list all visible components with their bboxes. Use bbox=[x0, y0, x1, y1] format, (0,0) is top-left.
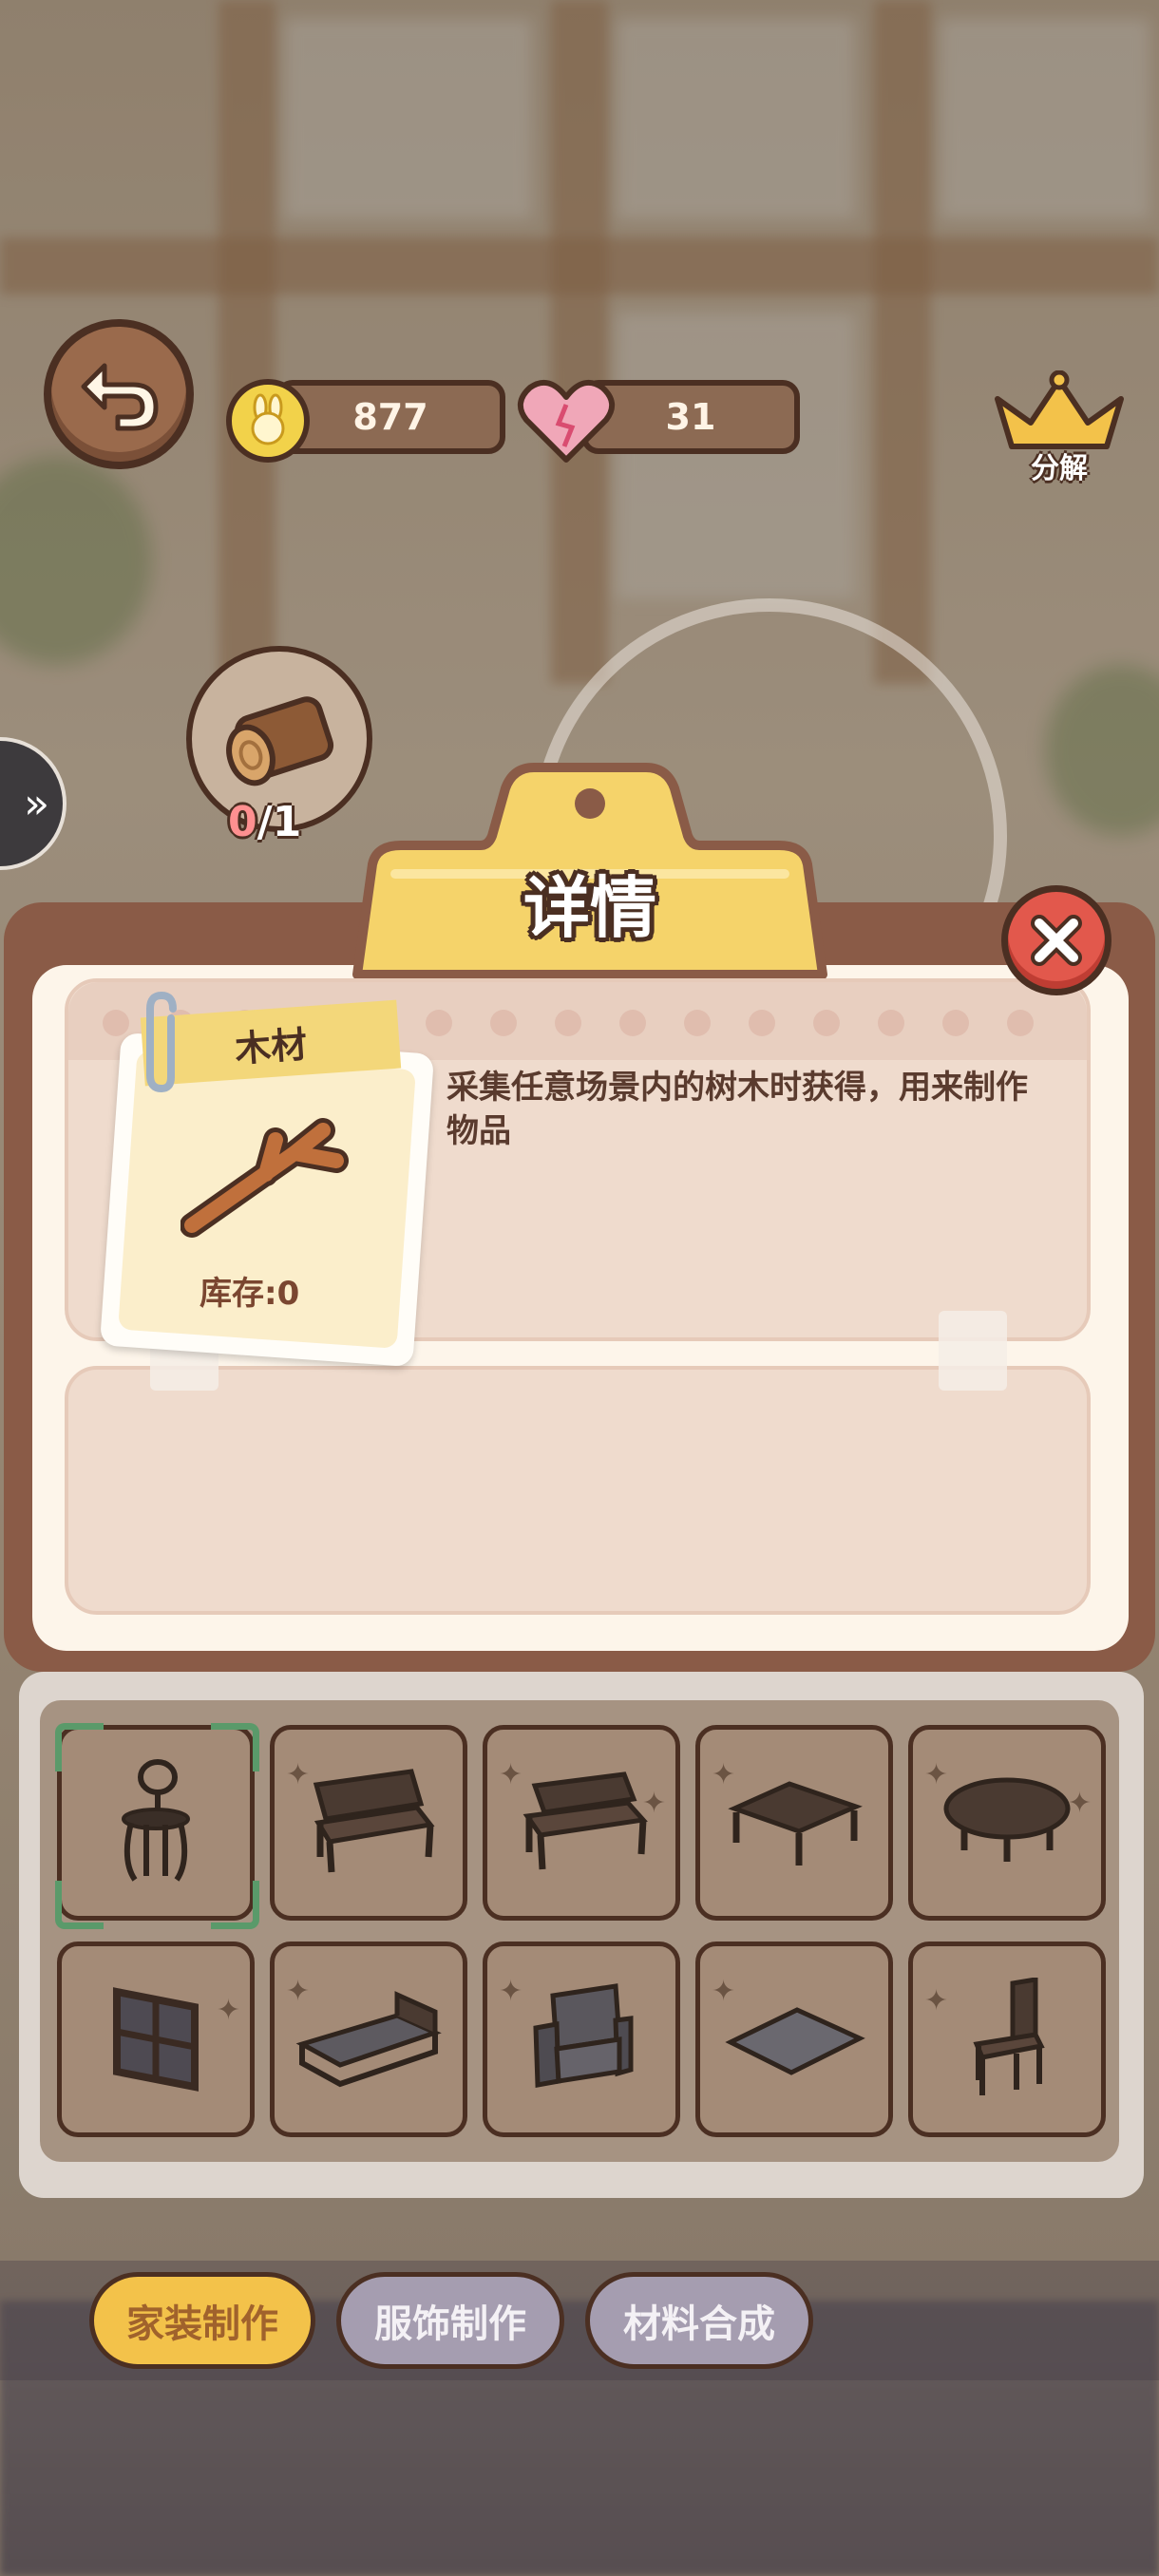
close-button[interactable] bbox=[1001, 885, 1112, 995]
furniture-slot-table-round[interactable]: ✦ ✦ bbox=[908, 1725, 1106, 1921]
furniture-slot-armchair[interactable]: ✦ bbox=[483, 1941, 680, 2137]
chair-icon bbox=[122, 1759, 190, 1882]
furniture-slot-bench-simple[interactable]: ✦ ✦ bbox=[483, 1725, 680, 1921]
furniture-slot-rug[interactable]: ✦ bbox=[695, 1941, 893, 2137]
material-need: /1 bbox=[256, 798, 302, 846]
furniture-slot-wooden-chair[interactable]: ✦ bbox=[908, 1941, 1106, 2137]
paper-clip-icon bbox=[146, 991, 177, 1093]
tab-home-crafting[interactable]: 家装制作 bbox=[89, 2272, 315, 2369]
tab-material-synthesis[interactable]: 材料合成 bbox=[585, 2272, 813, 2369]
item-description: 采集任意场景内的树木时获得，用来制作物品 bbox=[446, 1069, 1028, 1150]
decompose-button[interactable]: 分解 bbox=[988, 369, 1130, 485]
coin-counter: 877 bbox=[276, 380, 505, 454]
item-stock: 库存:0 bbox=[200, 1275, 300, 1313]
required-material-count: 0/1 bbox=[228, 798, 301, 846]
table-rect-icon bbox=[728, 1781, 863, 1866]
tab-material-synthesis-label: 材料合成 bbox=[623, 2302, 775, 2346]
close-icon bbox=[1031, 915, 1082, 966]
back-button[interactable] bbox=[44, 319, 194, 469]
selection-corner bbox=[55, 1881, 104, 1929]
material-have: 0 bbox=[228, 798, 257, 846]
decompose-icon bbox=[995, 369, 1124, 449]
selection-corner bbox=[55, 1723, 104, 1771]
armchair-icon bbox=[533, 1983, 634, 2088]
tab-home-crafting-label: 家装制作 bbox=[126, 2302, 278, 2346]
window-icon bbox=[113, 1987, 199, 2092]
back-arrow-icon bbox=[81, 363, 159, 431]
bed-icon bbox=[295, 1991, 442, 2088]
selection-corner bbox=[211, 1881, 259, 1929]
coin-value: 877 bbox=[352, 396, 428, 438]
recipe-paper bbox=[65, 1366, 1091, 1615]
rug-icon bbox=[725, 2007, 865, 2075]
decompose-label: 分解 bbox=[1031, 452, 1088, 485]
branch-icon bbox=[180, 1118, 349, 1238]
selection-corner bbox=[211, 1723, 259, 1771]
tab-clothing-crafting[interactable]: 服饰制作 bbox=[336, 2272, 564, 2369]
detail-title: 详情 bbox=[523, 869, 656, 947]
wooden-chair-icon bbox=[973, 1978, 1045, 2095]
item-name: 木材 bbox=[233, 1022, 309, 1070]
heart-icon bbox=[517, 376, 616, 465]
log-icon bbox=[226, 696, 334, 786]
tape-right bbox=[939, 1311, 1007, 1391]
table-round-icon bbox=[943, 1777, 1071, 1862]
furniture-slot-table-rect[interactable]: ✦ bbox=[695, 1725, 893, 1921]
tab-clothing-crafting-label: 服饰制作 bbox=[374, 2302, 526, 2346]
furniture-slot-bed[interactable]: ✦ bbox=[270, 1941, 467, 2137]
heart-value: 31 bbox=[665, 396, 716, 438]
bunny-coin-icon bbox=[226, 379, 310, 463]
bench-simple-icon bbox=[522, 1771, 648, 1870]
furniture-slot-window[interactable]: ✦ bbox=[57, 1941, 255, 2137]
furniture-slot-bench[interactable]: ✦ bbox=[270, 1725, 467, 1921]
double-chevron-right-icon: » bbox=[24, 779, 49, 828]
bench-icon bbox=[313, 1769, 435, 1873]
